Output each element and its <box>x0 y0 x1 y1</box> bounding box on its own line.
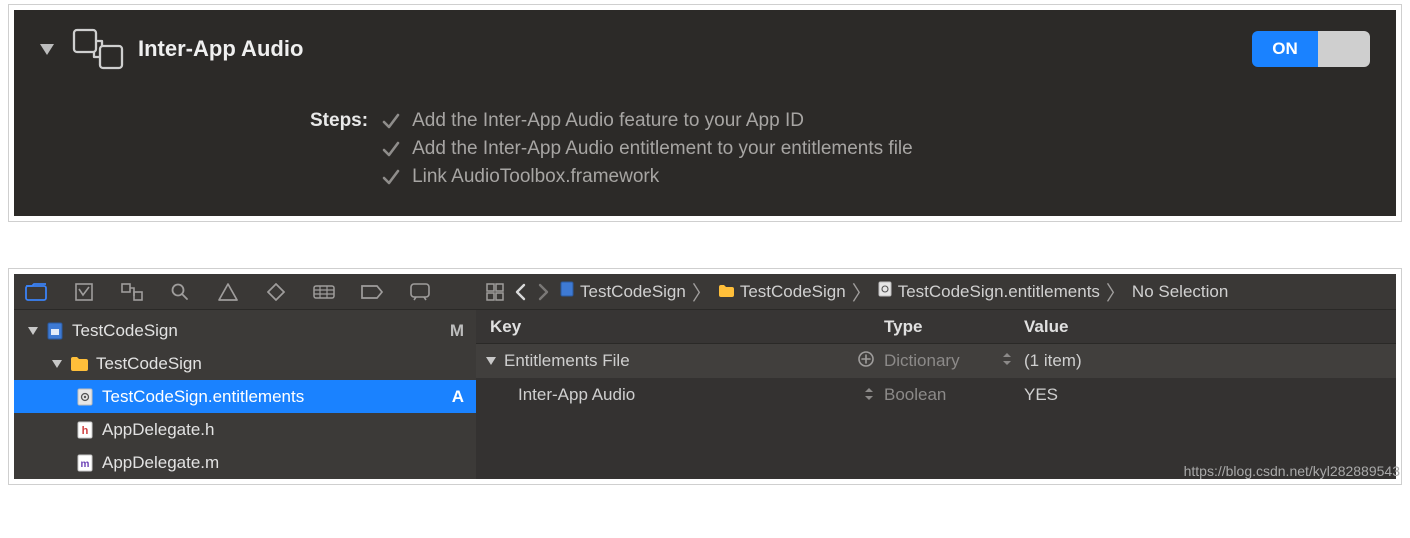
breakpoint-navigator-tab-icon[interactable] <box>360 280 384 304</box>
tree-project-root[interactable]: TestCodeSign M <box>14 314 476 347</box>
source-control-navigator-tab-icon[interactable] <box>72 280 96 304</box>
entitlements-file-icon <box>76 388 94 406</box>
tree-file-implementation[interactable]: m AppDelegate.m <box>14 446 476 479</box>
steps-label: Steps: <box>310 110 368 188</box>
test-navigator-tab-icon[interactable] <box>264 280 288 304</box>
navigator-tab-bar <box>14 274 476 310</box>
svg-text:m: m <box>81 459 90 470</box>
plist-key: Entitlements File <box>504 351 630 371</box>
jump-bar: TestCodeSign 〉 TestCodeSign 〉 <box>560 277 1228 306</box>
capability-step: Link AudioToolbox.framework <box>382 166 913 188</box>
column-header-key[interactable]: Key <box>476 317 884 337</box>
capability-steps: Steps: Add the Inter-App Audio feature t… <box>40 110 1370 188</box>
related-items-icon[interactable] <box>486 283 504 301</box>
tree-group[interactable]: TestCodeSign <box>14 347 476 380</box>
tree-label: TestCodeSign.entitlements <box>102 387 452 407</box>
project-navigator-tab-icon[interactable] <box>24 280 48 304</box>
disclosure-triangle-icon[interactable] <box>28 327 38 335</box>
add-row-button-icon[interactable] <box>858 351 874 372</box>
header-file-icon: h <box>76 421 94 439</box>
step-text: Link AudioToolbox.framework <box>412 166 659 188</box>
tree-label: TestCodeSign <box>96 354 464 374</box>
breadcrumb-segment[interactable]: TestCodeSign <box>560 281 686 302</box>
issue-navigator-tab-icon[interactable] <box>216 280 240 304</box>
breadcrumb-label: TestCodeSign.entitlements <box>898 282 1100 302</box>
find-navigator-tab-icon[interactable] <box>168 280 192 304</box>
project-file-icon <box>46 322 64 340</box>
plist-type[interactable]: Boolean <box>884 385 946 405</box>
chevron-right-icon: 〉 <box>852 277 872 306</box>
plist-key: Inter-App Audio <box>518 385 635 405</box>
debug-navigator-tab-icon[interactable] <box>312 280 336 304</box>
tree-label: TestCodeSign <box>72 321 450 341</box>
source-control-status: M <box>450 321 464 341</box>
svg-text:h: h <box>82 425 89 437</box>
breadcrumb-label: No Selection <box>1132 282 1228 302</box>
source-control-status: A <box>452 387 464 407</box>
breadcrumb-label: TestCodeSign <box>740 282 846 302</box>
plist-type[interactable]: Dictionary <box>884 351 960 371</box>
toggle-on-label: ON <box>1252 31 1318 67</box>
inter-app-audio-icon <box>72 28 124 70</box>
disclosure-triangle-icon[interactable] <box>40 44 54 55</box>
breadcrumb-segment[interactable]: TestCodeSign.entitlements <box>878 281 1100 302</box>
plist-row[interactable]: Entitlements File Dictionary (1 item) <box>476 344 1396 378</box>
capability-panel-frame: Inter-App Audio ON Steps: Add the Inter-… <box>8 4 1402 222</box>
capability-step: Add the Inter-App Audio entitlement to y… <box>382 138 913 160</box>
project-navigator: TestCodeSign M TestCodeSign TestCodeSign… <box>14 274 476 479</box>
project-tree: TestCodeSign M TestCodeSign TestCodeSign… <box>14 310 476 479</box>
breadcrumb-label: TestCodeSign <box>580 282 686 302</box>
capability-title: Inter-App Audio <box>138 36 303 62</box>
report-navigator-tab-icon[interactable] <box>408 280 432 304</box>
project-file-icon <box>560 281 574 302</box>
tree-file-header[interactable]: h AppDelegate.h <box>14 413 476 446</box>
plist-value[interactable]: YES <box>1024 385 1396 405</box>
editor-toolbar: TestCodeSign 〉 TestCodeSign 〉 <box>476 274 1396 310</box>
checkmark-icon <box>382 168 400 186</box>
column-header-value[interactable]: Value <box>1024 317 1396 337</box>
breadcrumb-segment[interactable]: TestCodeSign <box>718 282 846 302</box>
plist-row[interactable]: Inter-App Audio Boolean YES <box>476 378 1396 412</box>
back-button-icon[interactable] <box>514 283 527 301</box>
capability-step: Add the Inter-App Audio feature to your … <box>382 110 913 132</box>
capability-panel: Inter-App Audio ON Steps: Add the Inter-… <box>14 10 1396 216</box>
symbol-navigator-tab-icon[interactable] <box>120 280 144 304</box>
type-stepper-icon[interactable] <box>864 387 874 404</box>
step-text: Add the Inter-App Audio entitlement to y… <box>412 138 913 160</box>
tree-label: AppDelegate.h <box>102 420 464 440</box>
checkmark-icon <box>382 112 400 130</box>
folder-icon <box>718 282 734 302</box>
entitlements-file-icon <box>878 281 892 302</box>
implementation-file-icon: m <box>76 454 94 472</box>
capability-toggle[interactable]: ON <box>1252 31 1370 67</box>
type-stepper-icon[interactable] <box>1002 351 1012 371</box>
chevron-right-icon: 〉 <box>1106 277 1126 306</box>
disclosure-triangle-icon[interactable] <box>486 357 496 365</box>
checkmark-icon <box>382 140 400 158</box>
plist-value: (1 item) <box>1024 351 1396 371</box>
folder-icon <box>70 355 88 373</box>
column-header-type[interactable]: Type <box>884 317 1024 337</box>
tree-label: AppDelegate.m <box>102 453 464 473</box>
disclosure-triangle-icon[interactable] <box>52 360 62 368</box>
tree-file-entitlements[interactable]: TestCodeSign.entitlements A <box>14 380 476 413</box>
editor-area: TestCodeSign 〉 TestCodeSign 〉 <box>476 274 1396 479</box>
xcode-panel-frame: TestCodeSign M TestCodeSign TestCodeSign… <box>8 268 1402 485</box>
toggle-knob <box>1318 31 1370 67</box>
plist-header-row: Key Type Value <box>476 310 1396 344</box>
step-text: Add the Inter-App Audio feature to your … <box>412 110 804 132</box>
breadcrumb-segment[interactable]: No Selection <box>1132 282 1228 302</box>
chevron-right-icon: 〉 <box>692 277 712 306</box>
xcode-panel: TestCodeSign M TestCodeSign TestCodeSign… <box>14 274 1396 479</box>
forward-button-icon[interactable] <box>537 283 550 301</box>
capability-header: Inter-App Audio ON <box>40 28 1370 70</box>
